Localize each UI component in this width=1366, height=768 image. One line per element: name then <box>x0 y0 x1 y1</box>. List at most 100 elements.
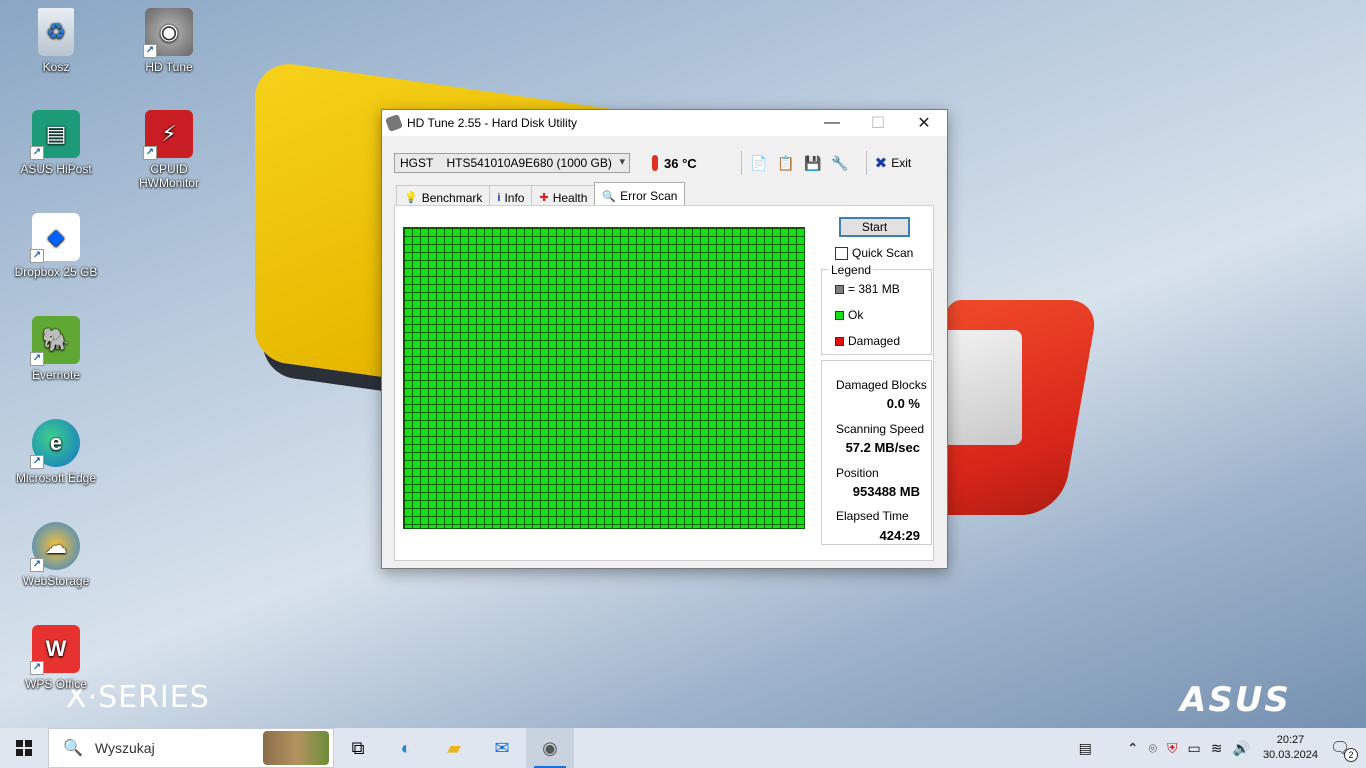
taskbar: 🔍 Wyszukaj ⧉ ◐ ▰ ✉ ◉ ▤ ⌃ ⌾ ⛨ ▭ ≋ 🔊 20:27… <box>0 728 1366 768</box>
lightbulb-icon: 💡 <box>404 192 418 204</box>
temperature-value: 36 °C <box>664 155 697 171</box>
shortcut-arrow-icon: ↗ <box>30 455 44 469</box>
volume-icon[interactable]: 🔊 <box>1233 740 1250 757</box>
notification-center-button[interactable]: 🗨 2 <box>1330 738 1360 762</box>
shortcut-arrow-icon: ↗ <box>30 558 44 572</box>
wallpaper-white-laptop <box>942 330 1022 445</box>
desktop-icon-label: WPS Office <box>25 677 87 691</box>
desktop-icon-hd-tune[interactable]: ◉ ↗ HD Tune <box>121 8 217 74</box>
damaged-blocks-value: 0.0 % <box>886 396 920 411</box>
tab-error-scan[interactable]: 🔍 Error Scan <box>594 182 686 206</box>
legend-title: Legend <box>829 263 874 277</box>
edge-icon[interactable]: ◐ <box>382 728 430 768</box>
search-icon: 🔍 <box>63 740 83 757</box>
drive-select-value: HGST HTS541010A9E680 (1000 GB) <box>400 156 612 170</box>
tab-health[interactable]: ✚ Health <box>531 185 596 206</box>
scanning-speed-label: Scanning Speed <box>836 422 925 436</box>
tab-benchmark[interactable]: 💡 Benchmark <box>396 185 491 206</box>
news-widget-icon[interactable]: ▤ <box>1079 740 1092 757</box>
security-icon[interactable]: ⛨ <box>1167 740 1178 757</box>
tab-info[interactable]: i Info <box>489 185 533 206</box>
asus-hipost-icon: ▤ ↗ <box>30 110 80 160</box>
scan-statistics: Damaged Blocks 0.0 % Scanning Speed 57.2… <box>821 360 932 545</box>
desktop-icon-label: ASUS HiPost <box>20 162 92 176</box>
save-icon[interactable]: 💾 <box>804 154 822 172</box>
search-placeholder: Wyszukaj <box>94 740 155 756</box>
start-menu-button[interactable] <box>0 728 48 768</box>
desktop-icon-evernote[interactable]: 🐘 ↗ Evernote <box>8 316 104 382</box>
exit-button[interactable]: ✖ Exit <box>875 154 912 172</box>
hd-tune-window[interactable]: HD Tune 2.55 - Hard Disk Utility — ☐ ✕ H… <box>381 109 948 569</box>
clock-date: 30.03.2024 <box>1262 749 1318 761</box>
legend-row-damaged: Damaged <box>835 334 900 348</box>
temperature-display: 36 °C <box>652 155 697 171</box>
maximize-button[interactable]: ☐ <box>855 110 901 136</box>
position-label: Position <box>836 466 879 480</box>
system-clock[interactable]: 20:27 30.03.2024 <box>1263 733 1318 763</box>
scanning-speed-value: 57.2 MB/sec <box>845 440 920 455</box>
mail-icon[interactable]: ✉ <box>478 728 526 768</box>
legend-row-ok: Ok <box>835 308 863 322</box>
task-view-icon[interactable]: ⧉ <box>334 728 382 768</box>
hd-tune-taskbar-icon[interactable]: ◉ <box>526 728 574 768</box>
desktop-icon-asus-hipost[interactable]: ▤ ↗ ASUS HiPost <box>8 110 104 176</box>
shortcut-arrow-icon: ↗ <box>30 146 44 160</box>
camera-icon[interactable]: ⌾ <box>1149 740 1157 757</box>
desktop-icon-label: Dropbox 25 GB <box>14 265 98 279</box>
desktop-icon-dropbox[interactable]: ◆ ↗ Dropbox 25 GB <box>8 213 104 279</box>
file-explorer-icon[interactable]: ▰ <box>430 728 478 768</box>
tab-label: Benchmark <box>421 190 483 205</box>
drive-select[interactable]: HGST HTS541010A9E680 (1000 GB) ▾ <box>394 153 630 173</box>
hd-tune-app-icon <box>385 114 403 132</box>
minimize-button[interactable]: — <box>809 110 855 136</box>
shortcut-arrow-icon: ↗ <box>30 661 44 675</box>
toolbar-separator <box>740 151 742 175</box>
damaged-blocks-label: Damaged Blocks <box>836 378 927 392</box>
desktop-icon-webstorage[interactable]: ☁ ↗ WebStorage <box>8 522 104 588</box>
desktop-icon-label: WebStorage <box>22 574 90 588</box>
legend-label: Ok <box>848 308 864 322</box>
shortcut-arrow-icon: ↗ <box>30 249 44 263</box>
desktop-icon-label: HD Tune <box>145 60 193 74</box>
tab-label: Error Scan <box>620 189 678 203</box>
quick-scan-label: Quick Scan <box>852 246 914 260</box>
webstorage-icon: ☁ ↗ <box>30 522 80 572</box>
shortcut-arrow-icon: ↗ <box>143 44 157 58</box>
taskbar-search-box[interactable]: 🔍 Wyszukaj <box>48 728 334 768</box>
health-cross-icon: ✚ <box>539 192 549 204</box>
legend-swatch-green <box>835 310 844 320</box>
copy-all-icon[interactable]: 📋 <box>777 154 795 172</box>
desktop-icon-label: Microsoft Edge <box>15 471 97 485</box>
desktop-icon-cpuid-hwmonitor[interactable]: ⚡ ↗ CPUID HWMonitor <box>121 110 217 190</box>
desktop-icon-wps-office[interactable]: W ↗ WPS Office <box>8 625 104 691</box>
toolbar-separator <box>865 151 867 175</box>
legend-label: Damaged <box>848 334 901 348</box>
scan-block-map <box>403 227 805 529</box>
start-button[interactable]: Start <box>839 217 910 237</box>
info-icon: i <box>497 191 501 204</box>
options-icon[interactable]: 🔧 <box>831 154 849 172</box>
windows-logo-icon <box>16 740 32 756</box>
thermometer-icon <box>652 155 658 171</box>
title-bar[interactable]: HD Tune 2.55 - Hard Disk Utility — ☐ ✕ <box>382 110 947 136</box>
legend-label: = 381 MB <box>848 282 900 296</box>
desktop-icon-microsoft-edge[interactable]: e ↗ Microsoft Edge <box>8 419 104 485</box>
quick-scan-checkbox[interactable] <box>835 246 848 260</box>
error-scan-panel: Start Quick Scan Legend = 381 MB Ok Dama… <box>394 205 934 561</box>
desktop-icon-label: Kosz <box>42 60 70 74</box>
hd-tune-icon: ◉ ↗ <box>143 8 193 58</box>
evernote-icon: 🐘 ↗ <box>30 316 80 366</box>
cpuid-hwmonitor-icon: ⚡ ↗ <box>143 110 193 160</box>
close-button[interactable]: ✕ <box>901 110 947 136</box>
notification-count-badge: 2 <box>1344 748 1358 762</box>
wifi-icon[interactable]: ≋ <box>1211 740 1223 757</box>
legend-group: Legend = 381 MB Ok Damaged <box>821 263 932 355</box>
battery-icon[interactable]: ▭ <box>1188 740 1201 757</box>
chevron-up-icon[interactable]: ⌃ <box>1127 740 1139 757</box>
quick-scan-option[interactable]: Quick Scan <box>835 246 913 260</box>
desktop-icon-recycle-bin[interactable]: ♻ Kosz <box>8 8 104 74</box>
magnifier-icon: 🔍 <box>602 190 617 203</box>
copy-info-icon[interactable]: 📄 <box>750 154 768 172</box>
legend-row-block-size: = 381 MB <box>835 282 900 296</box>
exit-icon: ✖ <box>874 155 888 172</box>
